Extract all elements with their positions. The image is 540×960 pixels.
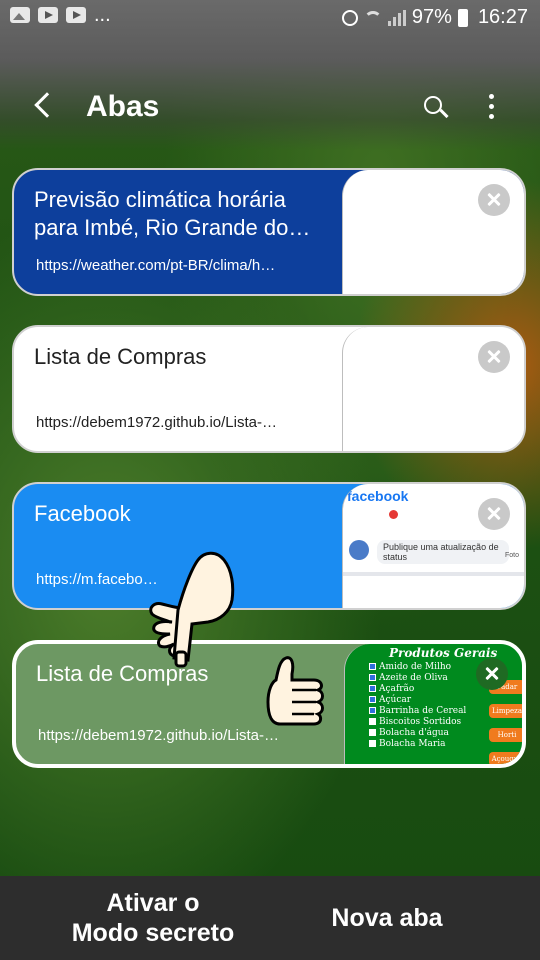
tab-url: https://weather.com/pt-BR/clima/h… bbox=[36, 257, 276, 274]
tab-title: Lista de Compras bbox=[34, 344, 207, 369]
back-arrow-icon[interactable] bbox=[34, 92, 60, 118]
close-tab-icon[interactable] bbox=[478, 341, 510, 373]
bottom-bar: Ativar o Modo secreto Nova aba bbox=[0, 876, 540, 960]
secret-mode-button[interactable]: Ativar o Modo secreto bbox=[18, 876, 288, 960]
notification-dot bbox=[389, 510, 398, 519]
battery-percent: 97% bbox=[411, 6, 452, 28]
checkbox-icon bbox=[369, 718, 376, 725]
category-button: Limpeza bbox=[489, 704, 522, 718]
tab-card-weather[interactable]: Previsão climática horária para Imbé, Ri… bbox=[12, 168, 526, 296]
category-button: Horti bbox=[489, 728, 522, 742]
checkbox-icon bbox=[369, 696, 376, 703]
tab-title: Facebook bbox=[34, 501, 131, 526]
list-item: Azeite de Oliva bbox=[369, 673, 466, 684]
list-item: Biscoitos Sortidos bbox=[369, 717, 466, 728]
tab-url: https://debem1972.github.io/Lista-… bbox=[36, 414, 277, 431]
facebook-logo-text: facebook bbox=[347, 488, 409, 504]
list-item: Barrinha de Cereal bbox=[369, 706, 466, 717]
thumbnail-heading: Produtos Gerais bbox=[389, 646, 498, 660]
signal-icon bbox=[387, 9, 406, 26]
checkbox-icon bbox=[369, 740, 376, 747]
alarm-icon bbox=[341, 9, 358, 26]
list-item: Bolacha Maria bbox=[369, 739, 466, 750]
wifi-icon bbox=[363, 10, 382, 25]
checkbox-icon bbox=[369, 663, 376, 670]
thumbs-up-icon bbox=[266, 656, 324, 726]
photo-label: Foto bbox=[505, 552, 520, 559]
close-tab-icon[interactable] bbox=[478, 498, 510, 530]
close-tab-icon[interactable] bbox=[476, 658, 508, 690]
checkbox-icon bbox=[369, 674, 376, 681]
tabs-header: Abas bbox=[0, 80, 540, 140]
more-options-icon[interactable] bbox=[486, 94, 496, 124]
tab-card-facebook[interactable]: Facebook https://m.facebo… facebook Publ… bbox=[12, 482, 526, 610]
divider bbox=[343, 572, 524, 576]
product-list: Amido de Milho Azeite de Oliva Açafrão A… bbox=[369, 662, 466, 750]
status-bar: ... 97% 16:27 bbox=[0, 0, 540, 36]
youtube-notification-icon-2 bbox=[66, 7, 86, 23]
post-prompt: Publique uma atualização de status bbox=[377, 540, 509, 564]
battery-icon bbox=[457, 8, 468, 27]
list-item: Bolacha d'água bbox=[369, 728, 466, 739]
list-item: Açafrão bbox=[369, 684, 466, 695]
checkbox-icon bbox=[369, 685, 376, 692]
list-item: Açúcar bbox=[369, 695, 466, 706]
checkbox-icon bbox=[369, 707, 376, 714]
category-button: Açougue bbox=[489, 752, 522, 764]
tab-card-shopping-list[interactable]: Lista de Compras https://debem1972.githu… bbox=[12, 325, 526, 453]
pointing-hand-icon bbox=[149, 551, 235, 668]
new-tab-button[interactable]: Nova aba bbox=[252, 876, 522, 960]
more-notifications-indicator: ... bbox=[94, 4, 111, 26]
search-icon[interactable] bbox=[424, 96, 449, 120]
page-title: Abas bbox=[86, 90, 160, 123]
tab-url: https://debem1972.github.io/Lista-… bbox=[38, 727, 279, 744]
clock: 16:27 bbox=[477, 6, 528, 28]
tab-title: Previsão climática horária para Imbé, Ri… bbox=[34, 187, 311, 240]
gallery-notification-icon bbox=[10, 7, 30, 23]
avatar bbox=[349, 540, 369, 560]
checkbox-icon bbox=[369, 729, 376, 736]
list-item: Amido de Milho bbox=[369, 662, 466, 673]
youtube-notification-icon bbox=[38, 7, 58, 23]
close-tab-icon[interactable] bbox=[478, 184, 510, 216]
